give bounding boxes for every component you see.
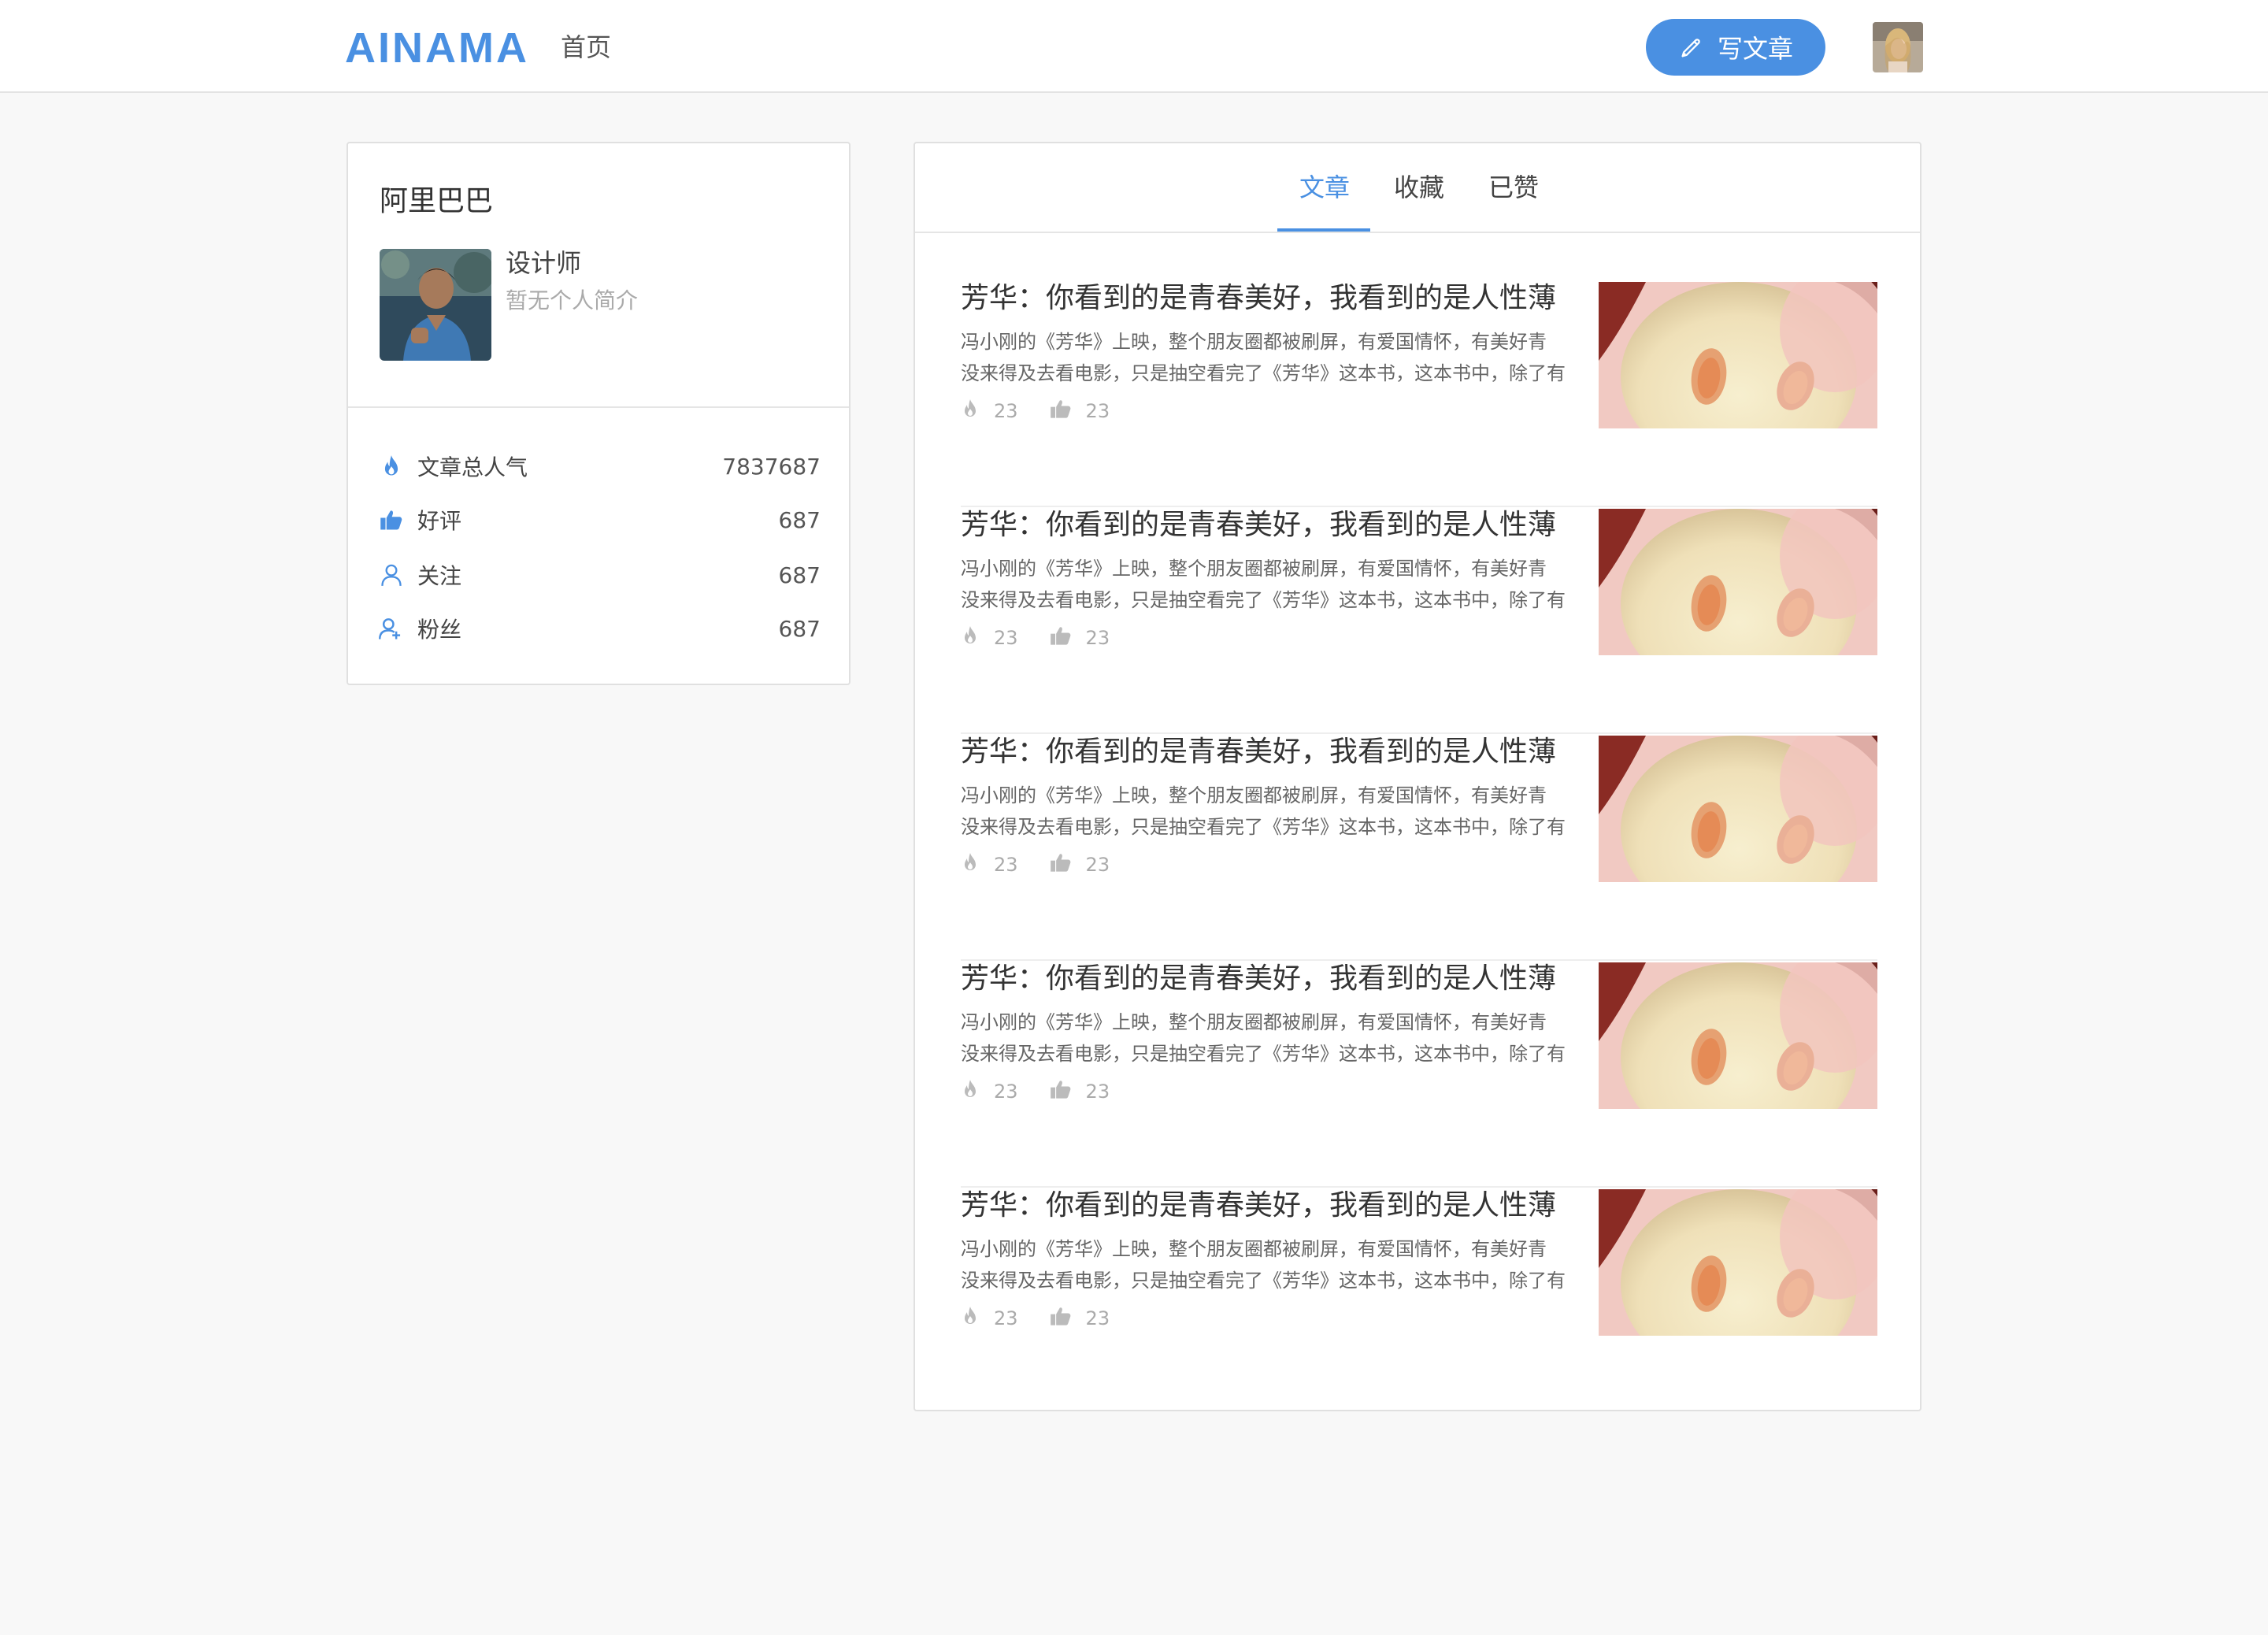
article-meta: 23 23 — [961, 397, 1110, 425]
article-likes-count: 23 — [1085, 1081, 1110, 1103]
article-summary: 冯小刚的《芳华》上映，整个朋友圈都被刷屏，有爱国情怀，有美好青 没来得及去看电影… — [961, 326, 1575, 389]
nav-home-link[interactable]: 首页 — [561, 32, 611, 63]
active-tab-indicator — [1277, 228, 1370, 232]
tabs-bar: 文章 收藏 已赞 — [915, 143, 1920, 233]
logo[interactable]: AINAMA — [345, 24, 529, 72]
article-title[interactable]: 芳华：你看到的是青春美好，我看到的是人性薄 — [961, 961, 1575, 997]
article-meta: 23 23 — [961, 1304, 1110, 1333]
stat-label: 粉丝 — [417, 617, 462, 643]
stat-row-fans[interactable]: 粉丝 687 — [378, 613, 821, 644]
article-item[interactable]: 芳华：你看到的是青春美好，我看到的是人性薄 冯小刚的《芳华》上映，整个朋友圈都被… — [961, 734, 1877, 961]
article-thumbnail[interactable] — [1599, 509, 1877, 655]
article-item[interactable]: 芳华：你看到的是青春美好，我看到的是人性薄 冯小刚的《芳华》上映，整个朋友圈都被… — [961, 507, 1877, 734]
profile-divider — [348, 406, 849, 408]
article-meta: 23 23 — [961, 1077, 1110, 1106]
tab-liked[interactable]: 已赞 — [1488, 172, 1539, 203]
article-views-count: 23 — [994, 627, 1018, 649]
article-thumbnail[interactable] — [1599, 962, 1877, 1109]
thumbs-up-icon[interactable] — [1050, 1078, 1072, 1105]
stat-value: 687 — [778, 506, 821, 533]
flame-icon — [961, 399, 980, 424]
article-summary-line: 没来得及去看电影，只是抽空看完了《芳华》这本书，这本书中，除了有 — [961, 816, 1566, 838]
article-thumbnail[interactable] — [1599, 736, 1877, 882]
stat-label: 关注 — [417, 563, 462, 589]
article-item[interactable]: 芳华：你看到的是青春美好，我看到的是人性薄 冯小刚的《芳华》上映，整个朋友圈都被… — [961, 280, 1877, 507]
flame-icon — [961, 1079, 980, 1104]
tab-favorites[interactable]: 收藏 — [1394, 172, 1444, 203]
article-summary: 冯小刚的《芳华》上映，整个朋友圈都被刷屏，有爱国情怀，有美好青 没来得及去看电影… — [961, 553, 1575, 616]
article-summary-line: 冯小刚的《芳华》上映，整个朋友圈都被刷屏，有爱国情怀，有美好青 — [961, 1011, 1547, 1033]
article-summary-line: 没来得及去看电影，只是抽空看完了《芳华》这本书，这本书中，除了有 — [961, 1270, 1566, 1292]
article-summary: 冯小刚的《芳华》上映，整个朋友圈都被刷屏，有爱国情怀，有美好青 没来得及去看电影… — [961, 780, 1575, 843]
article-summary-line: 冯小刚的《芳华》上映，整个朋友圈都被刷屏，有爱国情怀，有美好青 — [961, 331, 1547, 353]
stat-label: 好评 — [417, 508, 462, 534]
article-summary-line: 没来得及去看电影，只是抽空看完了《芳华》这本书，这本书中，除了有 — [961, 589, 1566, 611]
article-likes-count: 23 — [1085, 1307, 1110, 1329]
article-views-count: 23 — [994, 1081, 1018, 1103]
article-meta: 23 23 — [961, 624, 1110, 652]
article-views-count: 23 — [994, 1307, 1018, 1329]
profile-bio: 暂无个人简介 — [506, 287, 639, 313]
thumbs-up-icon — [378, 506, 405, 533]
write-article-button[interactable]: 写文章 — [1646, 19, 1825, 76]
article-title[interactable]: 芳华：你看到的是青春美好，我看到的是人性薄 — [961, 280, 1575, 317]
stat-row-popularity: 文章总人气 7837687 — [378, 450, 821, 482]
article-title[interactable]: 芳华：你看到的是青春美好，我看到的是人性薄 — [961, 507, 1575, 543]
user-avatar[interactable] — [1873, 22, 1923, 72]
flame-icon — [961, 852, 980, 877]
stat-row-rating: 好评 687 — [378, 504, 821, 536]
profile-avatar-image — [380, 249, 491, 361]
article-likes-count: 23 — [1085, 400, 1110, 422]
article-summary: 冯小刚的《芳华》上映，整个朋友圈都被刷屏，有爱国情怀，有美好青 没来得及去看电影… — [961, 1007, 1575, 1070]
article-summary-line: 冯小刚的《芳华》上映，整个朋友圈都被刷屏，有爱国情怀，有美好青 — [961, 1238, 1547, 1260]
article-thumbnail[interactable] — [1599, 1189, 1877, 1336]
article-title[interactable]: 芳华：你看到的是青春美好，我看到的是人性薄 — [961, 734, 1575, 770]
top-navbar: AINAMA 首页 写文章 — [0, 0, 2268, 93]
write-article-label: 写文章 — [1717, 34, 1793, 64]
article-summary-line: 没来得及去看电影，只是抽空看完了《芳华》这本书，这本书中，除了有 — [961, 362, 1566, 384]
article-summary-line: 冯小刚的《芳华》上映，整个朋友圈都被刷屏，有爱国情怀，有美好青 — [961, 558, 1547, 580]
article-item[interactable]: 芳华：你看到的是青春美好，我看到的是人性薄 冯小刚的《芳华》上映，整个朋友圈都被… — [961, 1188, 1877, 1414]
article-likes-count: 23 — [1085, 627, 1110, 649]
profile-role: 设计师 — [506, 248, 582, 278]
stat-label: 文章总人气 — [417, 454, 528, 480]
profile-name: 阿里巴巴 — [380, 185, 494, 217]
flame-icon — [961, 1306, 980, 1331]
user-icon — [378, 562, 405, 588]
stat-row-following[interactable]: 关注 687 — [378, 559, 821, 591]
article-thumbnail[interactable] — [1599, 282, 1877, 428]
avatar-image — [1873, 22, 1923, 72]
flame-icon — [961, 625, 980, 651]
articles-card: 文章 收藏 已赞 芳华：你看到的是青春美好，我看到的是人性薄 冯小刚的《芳华》上… — [914, 142, 1922, 1411]
profile-avatar[interactable] — [380, 249, 491, 361]
article-likes-count: 23 — [1085, 854, 1110, 876]
thumbs-up-icon[interactable] — [1050, 398, 1072, 425]
article-summary: 冯小刚的《芳华》上映，整个朋友圈都被刷屏，有爱国情怀，有美好青 没来得及去看电影… — [961, 1233, 1575, 1296]
thumbs-up-icon[interactable] — [1050, 851, 1072, 878]
profile-card: 阿里巴巴 设计师 暂无个人简介 文章总人气 7837687 好评 687 关注 … — [346, 142, 850, 685]
tab-articles[interactable]: 文章 — [1299, 172, 1350, 203]
article-meta: 23 23 — [961, 851, 1110, 879]
article-views-count: 23 — [994, 400, 1018, 422]
article-item[interactable]: 芳华：你看到的是青春美好，我看到的是人性薄 冯小刚的《芳华》上映，整个朋友圈都被… — [961, 961, 1877, 1188]
pen-icon — [1681, 39, 1700, 57]
stat-value: 687 — [778, 562, 821, 588]
user-plus-icon — [378, 615, 405, 642]
stat-value: 687 — [778, 615, 821, 642]
thumbs-up-icon[interactable] — [1050, 1305, 1072, 1332]
flame-icon — [378, 453, 405, 480]
article-views-count: 23 — [994, 854, 1018, 876]
article-summary-line: 冯小刚的《芳华》上映，整个朋友圈都被刷屏，有爱国情怀，有美好青 — [961, 784, 1547, 806]
article-title[interactable]: 芳华：你看到的是青春美好，我看到的是人性薄 — [961, 1188, 1575, 1224]
article-summary-line: 没来得及去看电影，只是抽空看完了《芳华》这本书，这本书中，除了有 — [961, 1043, 1566, 1065]
thumbs-up-icon[interactable] — [1050, 625, 1072, 651]
stat-value: 7837687 — [722, 453, 821, 480]
